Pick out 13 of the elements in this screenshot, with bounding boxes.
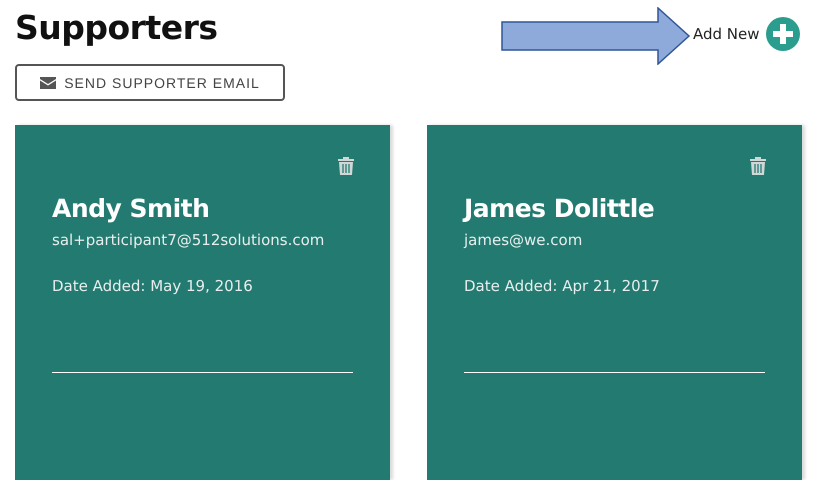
envelope-icon xyxy=(40,76,56,88)
supporter-email: james@we.com xyxy=(464,231,584,249)
page-title: Supporters xyxy=(15,8,218,47)
add-new-button[interactable]: Add New xyxy=(693,17,800,51)
date-added: Date Added: May 19, 2016 xyxy=(52,277,254,295)
send-email-button[interactable]: SEND SUPPORTER EMAIL xyxy=(15,64,285,101)
date-added: Date Added: Apr 21, 2017 xyxy=(464,277,661,295)
supporter-name: James Dolittle xyxy=(464,194,656,223)
trash-icon[interactable] xyxy=(750,157,766,175)
trash-icon[interactable] xyxy=(338,157,354,175)
plus-icon xyxy=(766,17,800,51)
supporter-name: Andy Smith xyxy=(52,194,210,223)
supporter-email: sal+participant7@512solutions.com xyxy=(52,231,326,249)
